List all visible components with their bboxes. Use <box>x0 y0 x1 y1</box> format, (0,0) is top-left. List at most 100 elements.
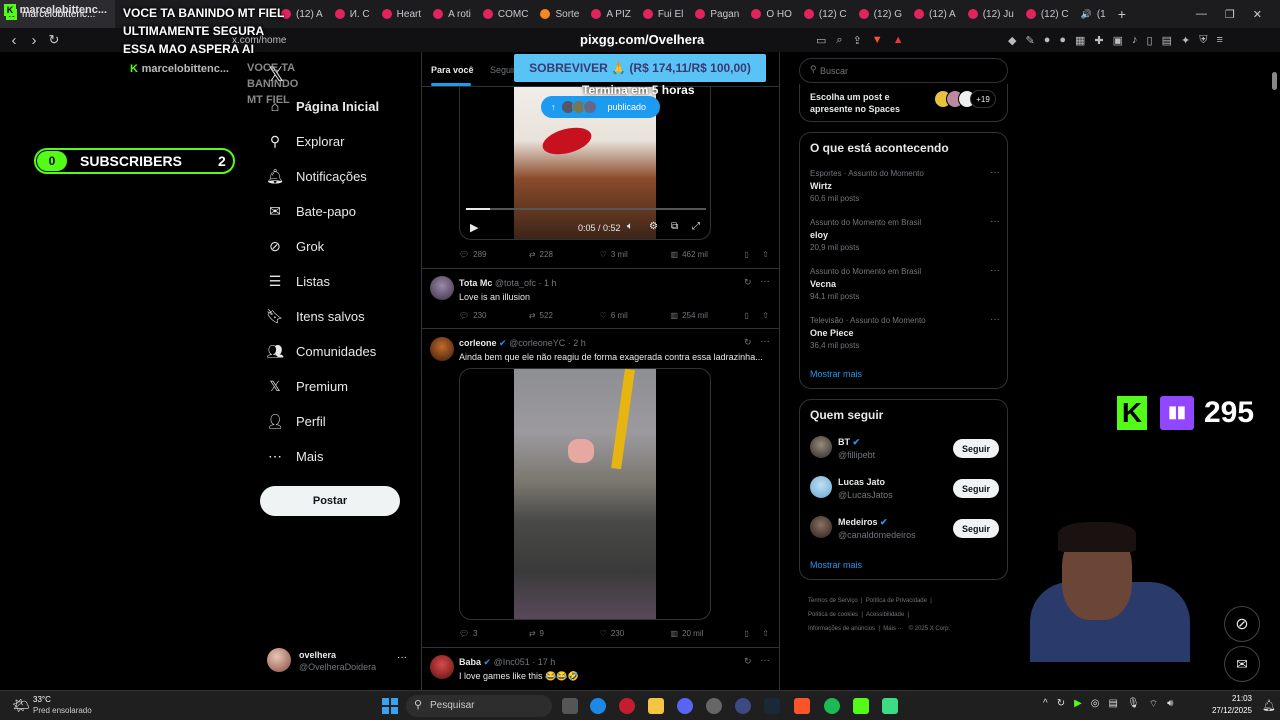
tweet[interactable]: Baba ✔ @Inc051 · 17 h ↻ ··· I love games… <box>422 648 779 690</box>
maximize-icon[interactable]: ❐ <box>1225 8 1235 21</box>
like-button[interactable]: ♡ 230 <box>600 629 671 638</box>
bookmark-icon[interactable]: ▯ <box>744 629 762 638</box>
share-icon[interactable]: ⇧ <box>762 311 769 320</box>
discord-icon[interactable] <box>677 698 693 714</box>
fullscreen-icon[interactable]: ⤢ <box>692 221 700 232</box>
extension-icon[interactable]: ● <box>1044 34 1051 47</box>
zoom-icon[interactable]: ⌕ <box>836 34 842 47</box>
grok-icon[interactable]: ↻ <box>744 337 752 348</box>
kick-tray-icon[interactable]: ▶ <box>1074 698 1082 711</box>
leo-icon[interactable]: ✦ <box>1181 34 1190 47</box>
notification-icon[interactable]: 🔔︎ <box>1262 699 1276 712</box>
menu-icon[interactable]: ≡ <box>1216 34 1222 47</box>
search-input[interactable] <box>820 62 1000 79</box>
sidebar-item-premium[interactable]: 𝕏 Premium <box>268 371 348 401</box>
reply-button[interactable]: 💬︎ 289 <box>459 250 529 259</box>
follow-button[interactable]: Seguir <box>953 479 999 498</box>
footer-link[interactable]: Informações de anúncios <box>808 626 875 632</box>
windows-start-icon[interactable] <box>382 698 398 714</box>
sidebar-item-more[interactable]: ⋯ Mais <box>268 441 323 471</box>
clock-date[interactable]: 27/12/2025 <box>1204 706 1252 715</box>
chevron-up-icon[interactable]: ^ <box>1043 698 1048 711</box>
views-button[interactable]: ▥ 254 mil <box>671 311 745 320</box>
browser-tab[interactable]: (12) A <box>908 0 962 28</box>
reply-button[interactable]: 💬︎ 3 <box>459 629 529 638</box>
spaces-card[interactable]: Escolha um post e apresente no Spaces +1… <box>799 84 1008 122</box>
pip-icon[interactable]: ⧉ <box>671 221 678 232</box>
post-button[interactable]: Postar <box>260 486 400 516</box>
notes-icon[interactable] <box>882 698 898 714</box>
tweet[interactable]: corleone ✔ @corleoneYC · 2 h ↻ ··· Ainda… <box>422 329 779 645</box>
new-posts-pill[interactable]: ↑ publicado <box>541 96 660 118</box>
opera-icon[interactable] <box>619 698 635 714</box>
mic-icon[interactable]: 🎙︎ <box>1127 698 1140 711</box>
steam-icon[interactable] <box>764 698 780 714</box>
browser-tab[interactable]: И. С <box>329 0 376 28</box>
taskbar-search[interactable]: ⚲ Pesquisar <box>406 695 552 717</box>
browser-tab[interactable]: 🔊 (1 <box>1075 0 1112 28</box>
brave-icon[interactable] <box>794 698 810 714</box>
new-tab-button[interactable]: + <box>1112 0 1132 28</box>
browser-tab[interactable]: Pagan <box>689 0 745 28</box>
trend-item[interactable]: Televisão · Assunto do Momento One Piece… <box>810 314 1000 350</box>
browser-tab[interactable]: COMC <box>477 0 535 28</box>
footer-link[interactable]: Mais ··· <box>883 626 903 632</box>
tweet-time[interactable]: · 1 h <box>539 278 557 288</box>
share-icon[interactable]: ⇧ <box>762 250 769 259</box>
browser-tab[interactable]: Fui El <box>637 0 690 28</box>
avatar[interactable] <box>430 276 454 300</box>
settings-icon[interactable]: ⚙ <box>649 221 658 232</box>
share-icon[interactable]: ⇧ <box>762 629 769 638</box>
follow-suggestion[interactable]: BT ✔ @fillipebt Seguir <box>800 436 1009 468</box>
show-more-link[interactable]: Mostrar mais <box>810 369 862 379</box>
more-icon[interactable]: ··· <box>990 216 1000 227</box>
browser-tab[interactable]: O HO <box>745 0 798 28</box>
sidebar-item-chat[interactable]: ✉ Bate-papo <box>268 196 356 226</box>
browser-tab[interactable]: Sorte <box>534 0 585 28</box>
grok-icon[interactable]: ↻ <box>744 656 752 667</box>
sidebar-item-grok[interactable]: ⊘ Grok <box>268 231 324 261</box>
tweet-author-handle[interactable]: @corleoneYC <box>509 338 565 348</box>
app-icon[interactable] <box>735 698 751 714</box>
sidebar-item-notifications[interactable]: 🔔︎ Notificações <box>266 161 367 191</box>
app-icon[interactable] <box>706 698 722 714</box>
clock-time[interactable]: 21:03 <box>1216 694 1252 703</box>
like-button[interactable]: ♡ 6 mil <box>600 311 671 320</box>
brave-shield-icon[interactable]: ▼ <box>872 34 883 47</box>
more-icon[interactable]: ··· <box>397 652 407 663</box>
account-switcher[interactable]: ovelhera @OvelheraDoidera ··· <box>267 648 412 674</box>
grok-icon[interactable]: ⊘ <box>1224 606 1260 642</box>
browser-tab[interactable]: (12) C <box>798 0 853 28</box>
back-icon[interactable]: ‹ <box>4 32 24 49</box>
sync-icon[interactable]: ↻ <box>1057 698 1065 711</box>
chrome-icon[interactable] <box>590 698 606 714</box>
reload-icon[interactable]: ↻ <box>44 32 64 48</box>
tray-icon[interactable]: ◎ <box>1091 698 1100 711</box>
bookmark-icon[interactable]: ▯ <box>744 311 762 320</box>
sidebar-item-explore[interactable]: ⚲ Explorar <box>268 126 345 156</box>
bookmark-icon[interactable]: ▯ <box>744 250 762 259</box>
search-box[interactable]: ⚲ <box>799 58 1008 83</box>
footer-link[interactable]: Termos de Serviço <box>808 598 858 604</box>
tab-for-you[interactable]: Para você <box>431 65 474 75</box>
volume-icon[interactable]: 🔈︎ <box>627 221 633 232</box>
grok-icon[interactable]: ↻ <box>744 277 752 288</box>
vpn-icon[interactable]: ⛨ <box>1199 34 1207 47</box>
views-button[interactable]: ▥ 462 mil <box>671 250 745 259</box>
puzzle-icon[interactable]: ✚ <box>1094 34 1103 47</box>
more-icon[interactable]: ··· <box>760 336 770 347</box>
sidebar-item-profile[interactable]: 👤︎ Perfil <box>266 406 326 436</box>
wifi-icon[interactable]: ⌔ <box>1149 698 1158 711</box>
music-icon[interactable]: ♪ <box>1132 34 1138 47</box>
browser-tab[interactable]: (12) G <box>853 0 908 28</box>
close-icon[interactable]: ✕ <box>1253 8 1262 21</box>
browser-tab[interactable]: (12) C <box>1020 0 1075 28</box>
browser-tab[interactable]: A roti <box>427 0 477 28</box>
speaker-icon[interactable]: 🔊︎ <box>1167 698 1173 711</box>
more-icon[interactable]: ··· <box>990 314 1000 325</box>
more-icon[interactable]: ··· <box>760 276 770 287</box>
trend-item[interactable]: Assunto do Momento em Brasil eloy 20,9 m… <box>810 216 1000 252</box>
scrollbar-thumb[interactable] <box>1272 72 1277 90</box>
video-progress-track[interactable] <box>466 208 706 210</box>
brave-rewards-icon[interactable]: ▲ <box>893 34 904 47</box>
